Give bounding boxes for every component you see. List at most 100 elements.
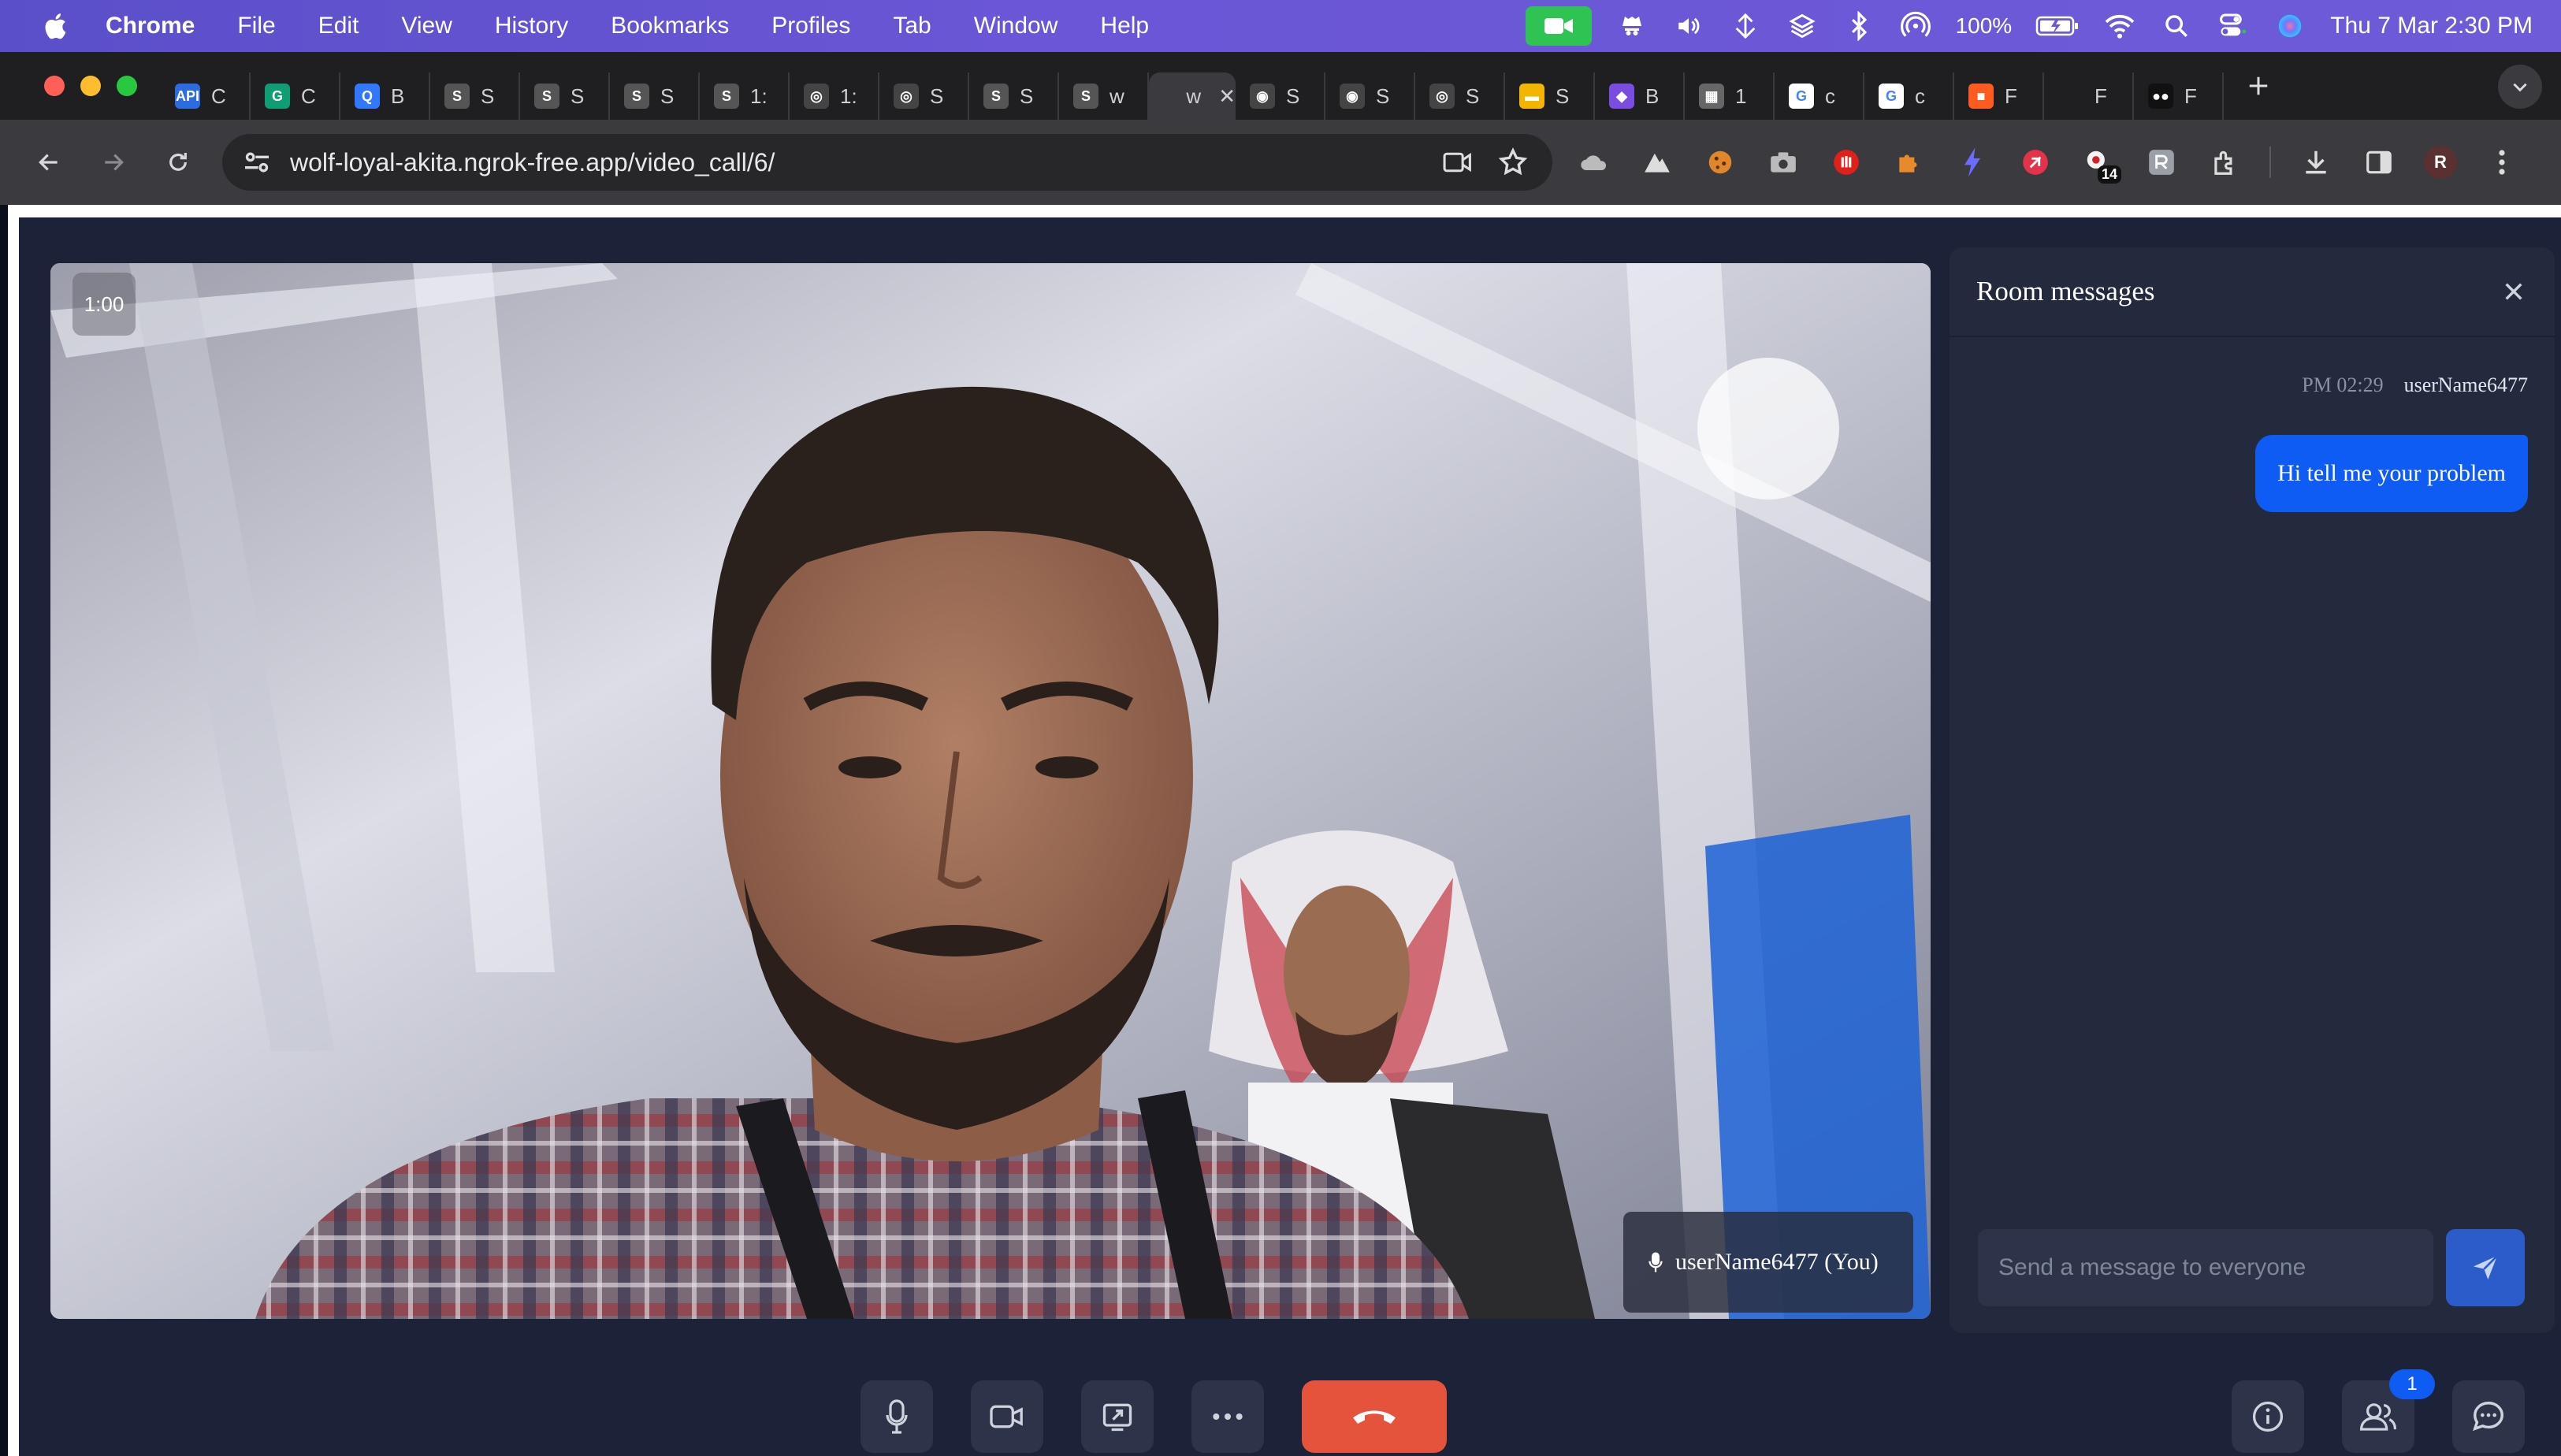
extension-puzzle-orange-icon[interactable] <box>1891 144 1927 180</box>
bookmark-star-icon[interactable] <box>1497 147 1529 178</box>
browser-tab[interactable]: Sw <box>1059 72 1149 120</box>
menu-window[interactable]: Window <box>974 13 1058 39</box>
chat-toggle-button[interactable] <box>2452 1380 2525 1453</box>
forward-button[interactable] <box>96 145 131 180</box>
close-window-button[interactable] <box>44 76 65 96</box>
camera-toggle-button[interactable] <box>971 1380 1043 1453</box>
control-center-icon[interactable] <box>2217 9 2250 43</box>
extension-badge-icon[interactable]: 14 <box>2080 144 2121 184</box>
tab-title: C <box>211 84 226 108</box>
minimize-window-button[interactable] <box>80 76 101 96</box>
tab-favicon-icon: ◉ <box>1250 84 1275 109</box>
browser-tab[interactable]: SS <box>520 72 610 120</box>
send-message-button[interactable] <box>2446 1229 2525 1306</box>
zoom-window-button[interactable] <box>117 76 137 96</box>
chrome-menu-icon[interactable] <box>2484 144 2520 180</box>
extension-bolt-icon[interactable] <box>1954 144 1990 180</box>
volume-icon[interactable] <box>1672 9 1705 43</box>
new-tab-button[interactable] <box>2235 62 2282 110</box>
reload-button[interactable] <box>161 145 195 180</box>
camera-permission-icon[interactable] <box>1442 148 1474 176</box>
browser-tab[interactable]: QB <box>340 72 430 120</box>
tab-title: S <box>1466 84 1480 108</box>
menu-file[interactable]: File <box>237 13 275 39</box>
tab-favicon-icon: ▬ <box>1519 84 1544 109</box>
bluetooth-icon[interactable] <box>1842 9 1875 43</box>
extension-cloud-icon[interactable] <box>1576 144 1612 180</box>
downloads-icon[interactable] <box>2298 144 2334 180</box>
browser-tab[interactable]: ●● F <box>2134 72 2224 120</box>
spotlight-search-icon[interactable] <box>2160 9 2193 43</box>
airdrop-icon[interactable] <box>1899 9 1932 43</box>
url-text[interactable]: wolf-loyal-akita.ngrok-free.app/video_ca… <box>290 148 775 177</box>
tab-favicon-icon: S <box>1073 84 1098 109</box>
back-button[interactable] <box>32 145 66 180</box>
tab-favicon-icon: S <box>714 84 739 109</box>
apple-logo-icon[interactable] <box>41 10 72 42</box>
browser-tab[interactable]: ▦ 1 <box>1685 72 1775 120</box>
menu-edit[interactable]: Edit <box>318 13 359 39</box>
camera-in-use-icon[interactable] <box>1525 6 1592 46</box>
browser-tab[interactable]: ◎ 1: <box>790 72 879 120</box>
layers-icon[interactable] <box>1786 9 1819 43</box>
end-call-button[interactable] <box>1302 1380 1447 1453</box>
browser-tab[interactable]: GC <box>251 72 340 120</box>
message-bubble: Hi tell me your problem <box>2255 435 2528 512</box>
browser-tab[interactable]: SS <box>610 72 700 120</box>
battery-charging-icon[interactable] <box>2035 9 2080 43</box>
menu-app-name[interactable]: Chrome <box>106 13 195 39</box>
info-button[interactable] <box>2232 1380 2304 1453</box>
browser-tab[interactable]: API C <box>161 72 251 120</box>
more-options-button[interactable] <box>1191 1380 1264 1453</box>
chevron-down-icon <box>2513 83 2527 92</box>
menu-tab[interactable]: Tab <box>893 13 931 39</box>
close-icon[interactable] <box>2501 279 2526 304</box>
tab-title: S <box>1376 84 1390 108</box>
browser-tab[interactable]: ◉ S <box>1325 72 1415 120</box>
screen-share-button[interactable] <box>1081 1380 1154 1453</box>
browser-tab[interactable]: ■ F <box>1954 72 2044 120</box>
extension-cookie-icon[interactable] <box>1702 144 1738 180</box>
extension-letter-icon[interactable] <box>2143 144 2180 180</box>
transfer-icon[interactable] <box>1729 9 1762 43</box>
extension-mountain-icon[interactable] <box>1639 144 1675 180</box>
microphone-toggle-button[interactable] <box>860 1380 933 1453</box>
extension-red-circle-icon[interactable] <box>2017 144 2054 180</box>
profile-avatar[interactable]: R <box>2424 146 2457 179</box>
address-bar[interactable]: wolf-loyal-akita.ngrok-free.app/video_ca… <box>222 134 1552 191</box>
browser-tab[interactable]: Gc <box>1864 72 1954 120</box>
microphone-on-icon <box>1648 1252 1663 1272</box>
site-settings-icon[interactable] <box>241 147 273 178</box>
siri-icon[interactable] <box>2273 9 2306 43</box>
browser-tab[interactable]: SS <box>430 72 520 120</box>
wifi-icon[interactable] <box>2103 9 2136 43</box>
menu-help[interactable]: Help <box>1100 13 1149 39</box>
browser-tab[interactable]: SS <box>969 72 1059 120</box>
browser-tab[interactable]: ◎ S <box>879 72 969 120</box>
extensions-puzzle-icon[interactable] <box>2206 144 2243 180</box>
browser-tab[interactable]: ◆ B <box>1595 72 1685 120</box>
tab-title: B <box>391 84 405 108</box>
browser-tab-strip: API C G C Q B S S S S S S S 1: ◎ 1: ◎ S S S Sw w ✕ ◉ S ◉ S ◎ S ▬ S ◆ B ▦ 1… <box>0 52 2561 120</box>
browser-tab[interactable]: S 1: <box>700 72 790 120</box>
menu-view[interactable]: View <box>401 13 452 39</box>
message-input[interactable]: Send a message to everyone <box>1978 1229 2433 1306</box>
extension-hand-icon[interactable] <box>1828 144 1864 180</box>
menu-history[interactable]: History <box>495 13 568 39</box>
browser-tab[interactable]: ◉ S <box>1236 72 1325 120</box>
menu-clock[interactable]: Thu 7 Mar 2:30 PM <box>2330 13 2533 39</box>
spy-agent-icon[interactable] <box>1615 9 1648 43</box>
extension-camera-icon[interactable] <box>1765 144 1801 180</box>
menu-profiles[interactable]: Profiles <box>771 13 850 39</box>
message-sender: userName6477 <box>2403 373 2528 396</box>
tab-search-button[interactable] <box>2498 65 2542 109</box>
browser-tab[interactable]: Gc <box>1775 72 1864 120</box>
menu-bookmarks[interactable]: Bookmarks <box>611 13 729 39</box>
close-tab-icon[interactable]: ✕ <box>1218 84 1236 109</box>
tab-active[interactable]: w ✕ <box>1149 72 1236 120</box>
tab-title: B <box>1645 84 1660 108</box>
browser-tab[interactable]: F <box>2044 72 2134 120</box>
browser-tab[interactable]: ▬ S <box>1505 72 1595 120</box>
side-panel-icon[interactable] <box>2361 144 2397 180</box>
browser-tab[interactable]: ◎ S <box>1415 72 1505 120</box>
